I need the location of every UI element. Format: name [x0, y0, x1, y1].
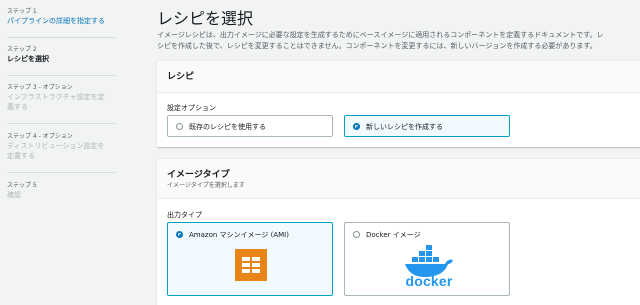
image-type-card: イメージタイプ イメージタイプを選択します 出力タイプ Amazon マシンイメ…: [157, 158, 640, 305]
step-number: ステップ 2: [7, 46, 37, 53]
ami-output-option[interactable]: Amazon マシンイメージ (AMI): [167, 222, 333, 296]
radio-checked[interactable]: [353, 123, 360, 130]
step-4-title-line2: 定義する: [7, 152, 35, 160]
radio-unchecked[interactable]: [353, 231, 360, 238]
step-1[interactable]: ステップ 1 パイプラインの詳細を指定する: [7, 8, 115, 26]
step-4: ステップ 4 - オプション ディストリビューション設定を 定義する: [7, 133, 115, 161]
docker-output-option[interactable]: Docker イメージ docker: [344, 222, 510, 296]
step-5: ステップ 5 確認: [7, 182, 115, 200]
configuration-options-label: 設定オプション: [167, 104, 216, 112]
option-label: 新しいレシピを作成する: [366, 123, 443, 131]
step-divider: [7, 37, 115, 38]
option-label: Amazon マシンイメージ (AMI): [189, 231, 289, 239]
card-title: レシピ: [167, 72, 195, 82]
radio-unchecked[interactable]: [176, 123, 183, 130]
step-divider: [7, 123, 115, 124]
step-number: ステップ 4 - オプション: [7, 133, 73, 140]
step-1-link[interactable]: パイプラインの詳細を指定する: [7, 16, 115, 26]
description-line: シピを作成した後で、レシピを変更することはできません。コンポーネントを変更するに…: [157, 42, 597, 50]
ami-grid-icon: [235, 249, 267, 281]
card-header: レシピ: [157, 61, 640, 93]
create-new-recipe-option[interactable]: 新しいレシピを作成する: [344, 115, 510, 137]
page-title: レシピを選択: [157, 9, 254, 28]
step-3: ステップ 3 - オプション インフラストラクチャ設定を定 義する: [7, 84, 115, 112]
card-title: イメージタイプ: [167, 170, 230, 180]
wizard-steps-nav: ステップ 1 パイプラインの詳細を指定する ステップ 2 レシピを選択 ステップ…: [0, 0, 120, 305]
step-divider: [7, 172, 115, 173]
recipe-card: レシピ 設定オプション 既存のレシピを使用する 新しいレシピを作成する: [157, 60, 640, 147]
output-type-label: 出力タイプ: [167, 211, 202, 219]
step-3-title-line1: インフラストラクチャ設定を定: [7, 93, 105, 101]
use-existing-recipe-option[interactable]: 既存のレシピを使用する: [167, 115, 333, 137]
step-divider: [7, 75, 115, 76]
step-number: ステップ 5: [7, 182, 37, 189]
step-number: ステップ 3 - オプション: [7, 84, 73, 91]
step-2: ステップ 2 レシピを選択: [7, 46, 115, 64]
step-5-title: 確認: [7, 191, 21, 199]
radio-checked[interactable]: [176, 231, 183, 238]
page-description: イメージレシピは、出力イメージに必要な設定を生成するためにベースイメージに適用さ…: [157, 30, 637, 52]
step-3-title-line2: 義する: [7, 103, 28, 111]
card-header: イメージタイプ イメージタイプを選択します: [157, 159, 640, 199]
description-line: イメージレシピは、出力イメージに必要な設定を生成するためにベースイメージに適用さ…: [157, 31, 604, 39]
step-4-title-line1: ディストリビューション設定を: [7, 142, 105, 150]
step-2-title: レシピを選択: [7, 55, 49, 63]
card-subtitle: イメージタイプを選択します: [167, 182, 245, 189]
step-number: ステップ 1: [7, 8, 37, 15]
docker-logo-text: docker: [405, 273, 453, 289]
option-label: Docker イメージ: [366, 231, 421, 239]
option-label: 既存のレシピを使用する: [189, 123, 266, 131]
